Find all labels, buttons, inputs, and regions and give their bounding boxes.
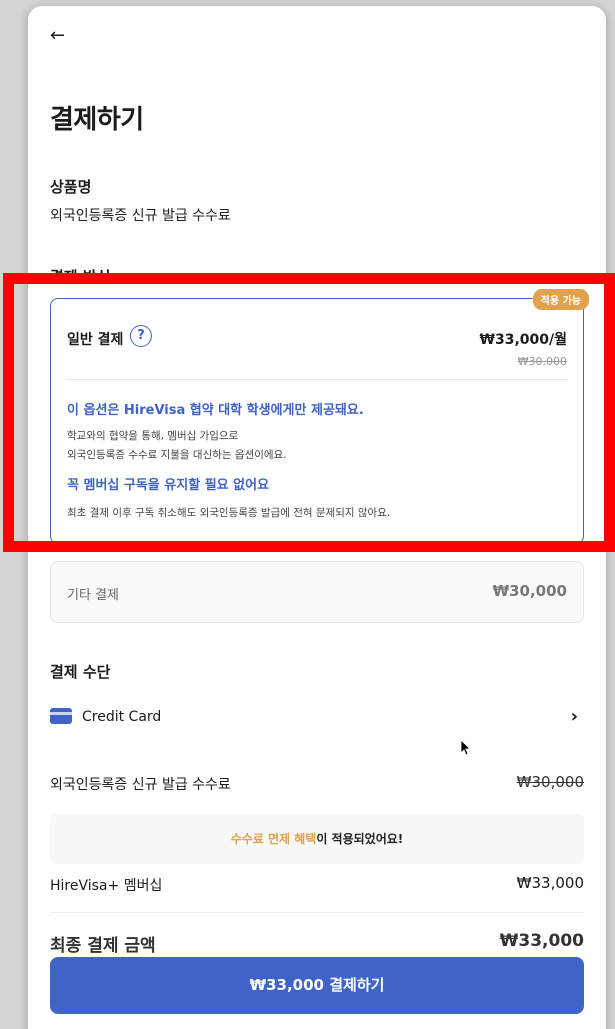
- option-description-line3: 최초 결제 이후 구독 취소해도 외국인등록증 발급에 전혀 문제되지 않아요.: [67, 507, 391, 519]
- option-divider: [67, 379, 567, 380]
- membership-old-price: ₩30,000: [517, 355, 567, 368]
- summary-divider: [50, 912, 584, 913]
- fee-line-label: 외국인등록증 신규 발급 수수료: [50, 777, 231, 793]
- back-arrow-icon[interactable]: ←: [50, 26, 65, 46]
- payment-option-section-title: 결제 방식: [50, 268, 111, 286]
- membership-price: ₩33,000/월: [479, 332, 567, 348]
- benefit-banner: 수수료 면제 혜택이 적용되었어요!: [50, 814, 584, 864]
- product-name: 외국인등록증 신규 발급 수수료: [50, 208, 231, 224]
- help-question-icon[interactable]: ?: [130, 325, 152, 347]
- chevron-right-icon: ›: [570, 706, 578, 727]
- other-payment-label: 기타 결제: [67, 588, 119, 603]
- product-section-title: 상품명: [50, 178, 92, 196]
- mouse-cursor-icon: [461, 740, 471, 756]
- other-payment-option-card[interactable]: 기타 결제 ₩30,000: [50, 561, 584, 623]
- benefit-highlight: 수수료 면제 혜택: [230, 832, 317, 846]
- membership-line-value: ₩33,000: [516, 874, 584, 892]
- payment-method-section-title: 결제 수단: [50, 663, 111, 681]
- option-description-line1: 학교와의 협약을 통해, 멤버십 가입으로: [67, 430, 239, 442]
- pay-button[interactable]: ₩33,000 결제하기: [50, 957, 584, 1014]
- payment-method-label: Credit Card: [82, 709, 162, 725]
- total-value: ₩33,000: [499, 931, 584, 951]
- benefit-text: 이 적용되었어요!: [316, 832, 404, 846]
- credit-card-icon: [50, 708, 72, 724]
- checkout-screen: ← 결제하기 상품명 외국인등록증 신규 발급 수수료 결제 방식 적용 가능 …: [28, 6, 606, 1029]
- membership-option-label: 일반 결제: [67, 332, 124, 348]
- option-subheadline: 꼭 멤버십 구독을 유지할 필요 없어요: [67, 478, 270, 493]
- page-title: 결제하기: [50, 105, 144, 135]
- membership-option-card[interactable]: 적용 가능 일반 결제 ? ₩33,000/월 ₩30,000 이 옵션은 Hi…: [50, 289, 589, 544]
- applicable-badge: 적용 가능: [532, 289, 589, 310]
- option-description-line2: 외국인등록증 수수료 지불을 대신하는 옵션이에요.: [67, 449, 287, 461]
- payment-method-row[interactable]: Credit Card ›: [50, 704, 584, 732]
- membership-line-label: HireVisa+ 멤버십: [50, 878, 163, 894]
- other-payment-price: ₩30,000: [492, 582, 567, 600]
- total-label: 최종 결제 금액: [50, 936, 156, 956]
- option-headline: 이 옵션은 HireVisa 협약 대학 학생에게만 제공돼요.: [67, 403, 364, 418]
- fee-line-value: ₩30,000: [516, 773, 584, 791]
